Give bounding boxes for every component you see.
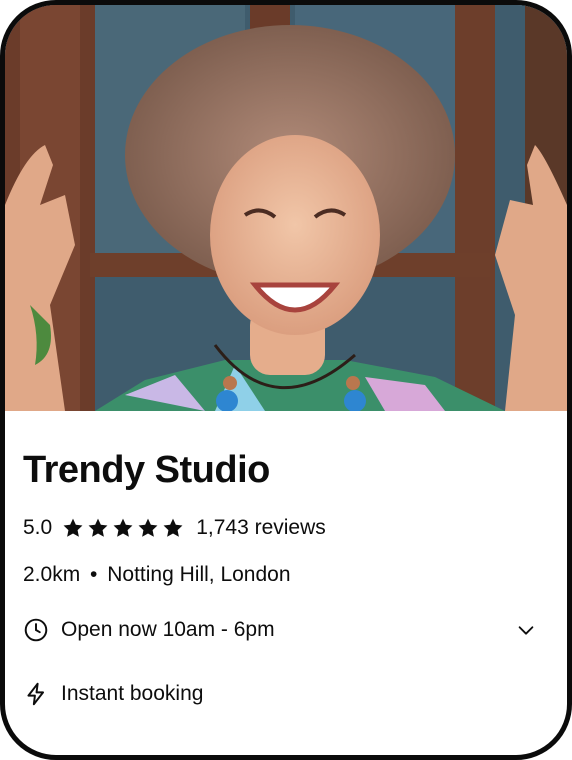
lightning-bolt-icon	[27, 682, 45, 706]
rating-value: 5.0	[23, 516, 53, 539]
rating-row[interactable]: 5.0 1,743 reviews	[23, 516, 326, 540]
location: Notting Hill, London	[107, 563, 291, 586]
listing-photo[interactable]	[5, 5, 567, 411]
location-row: 2.0km • Notting Hill, London	[23, 563, 291, 587]
reviews-link[interactable]: 1,743 reviews	[196, 516, 326, 540]
star-icon	[163, 518, 183, 537]
instant-booking[interactable]: Instant booking	[23, 681, 203, 707]
star-icon	[63, 518, 83, 537]
photo-illustration	[5, 5, 567, 411]
star-icon	[138, 518, 158, 537]
hours-text: Open now 10am - 6pm	[61, 618, 275, 641]
star-icon	[113, 518, 133, 537]
clock-icon	[24, 618, 48, 642]
listing-title: Trendy Studio	[23, 449, 270, 491]
star-icon	[88, 518, 108, 537]
booking-text: Instant booking	[61, 682, 204, 705]
distance: 2.0km	[23, 563, 81, 586]
rating-stars	[62, 517, 184, 539]
listing-card[interactable]: Trendy Studio 5.0 1,743 reviews 2.0km • …	[0, 0, 572, 760]
opening-hours-toggle[interactable]: Open now 10am - 6pm	[23, 617, 537, 643]
chevron-down-icon[interactable]	[515, 619, 537, 641]
separator: •	[90, 563, 98, 586]
